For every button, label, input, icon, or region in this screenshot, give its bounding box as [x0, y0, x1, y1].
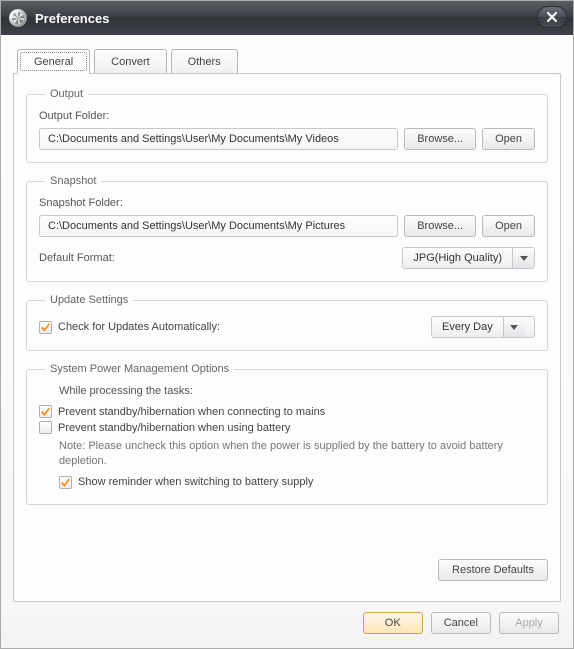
close-button[interactable]: [537, 6, 567, 28]
default-format-label: Default Format:: [39, 252, 115, 264]
snapshot-open-button[interactable]: Open: [482, 215, 535, 237]
output-legend: Output: [45, 88, 88, 100]
app-icon: [9, 9, 27, 27]
battery-note: Note: Please uncheck this option when th…: [59, 439, 535, 470]
snapshot-folder-label: Snapshot Folder:: [39, 197, 535, 209]
show-reminder-checkbox[interactable]: [59, 476, 72, 489]
show-reminder-label: Show reminder when switching to battery …: [78, 476, 313, 488]
update-legend: Update Settings: [45, 294, 133, 306]
apply-button[interactable]: Apply: [499, 612, 559, 634]
update-frequency-value: Every Day: [432, 321, 503, 333]
prevent-battery-checkbox[interactable]: [39, 421, 52, 434]
output-browse-button[interactable]: Browse...: [404, 128, 476, 150]
preferences-window: Preferences General Convert Others Outpu…: [0, 0, 574, 649]
restore-defaults-button[interactable]: Restore Defaults: [438, 559, 548, 581]
content-area: General Convert Others Output Output Fol…: [1, 35, 573, 602]
tab-others-label: Others: [188, 56, 221, 68]
ok-button[interactable]: OK: [363, 612, 423, 634]
default-format-value: JPG(High Quality): [403, 252, 512, 264]
title-bar: Preferences: [1, 1, 573, 35]
tab-general-label: General: [34, 56, 73, 68]
output-folder-input[interactable]: [39, 128, 398, 150]
window-title: Preferences: [35, 11, 109, 26]
dialog-footer: OK Cancel Apply: [1, 602, 573, 648]
general-panel: Output Output Folder: Browse... Open Sna…: [13, 73, 561, 602]
check-updates-checkbox[interactable]: [39, 321, 52, 334]
prevent-mains-checkbox[interactable]: [39, 405, 52, 418]
chevron-down-icon: [503, 317, 525, 337]
snapshot-group: Snapshot Snapshot Folder: Browse... Open…: [26, 175, 548, 282]
tab-bar: General Convert Others: [17, 49, 561, 73]
tab-general[interactable]: General: [17, 49, 90, 74]
output-folder-label: Output Folder:: [39, 110, 535, 122]
update-group: Update Settings Check for Updates Automa…: [26, 294, 548, 351]
check-updates-label: Check for Updates Automatically:: [58, 321, 220, 333]
prevent-mains-label: Prevent standby/hibernation when connect…: [58, 406, 325, 418]
output-group: Output Output Folder: Browse... Open: [26, 88, 548, 163]
output-open-button[interactable]: Open: [482, 128, 535, 150]
tab-convert[interactable]: Convert: [94, 49, 167, 73]
cancel-button[interactable]: Cancel: [431, 612, 491, 634]
snapshot-legend: Snapshot: [45, 175, 101, 187]
chevron-down-icon: [512, 248, 534, 268]
prevent-battery-label: Prevent standby/hibernation when using b…: [58, 422, 290, 434]
update-frequency-select[interactable]: Every Day: [431, 316, 535, 338]
snapshot-browse-button[interactable]: Browse...: [404, 215, 476, 237]
power-group: System Power Management Options While pr…: [26, 363, 548, 505]
tab-others[interactable]: Others: [171, 49, 238, 73]
default-format-select[interactable]: JPG(High Quality): [402, 247, 535, 269]
while-processing-label: While processing the tasks:: [59, 385, 535, 397]
power-legend: System Power Management Options: [45, 363, 234, 375]
close-icon: [546, 11, 558, 23]
tab-convert-label: Convert: [111, 56, 150, 68]
snapshot-folder-input[interactable]: [39, 215, 398, 237]
